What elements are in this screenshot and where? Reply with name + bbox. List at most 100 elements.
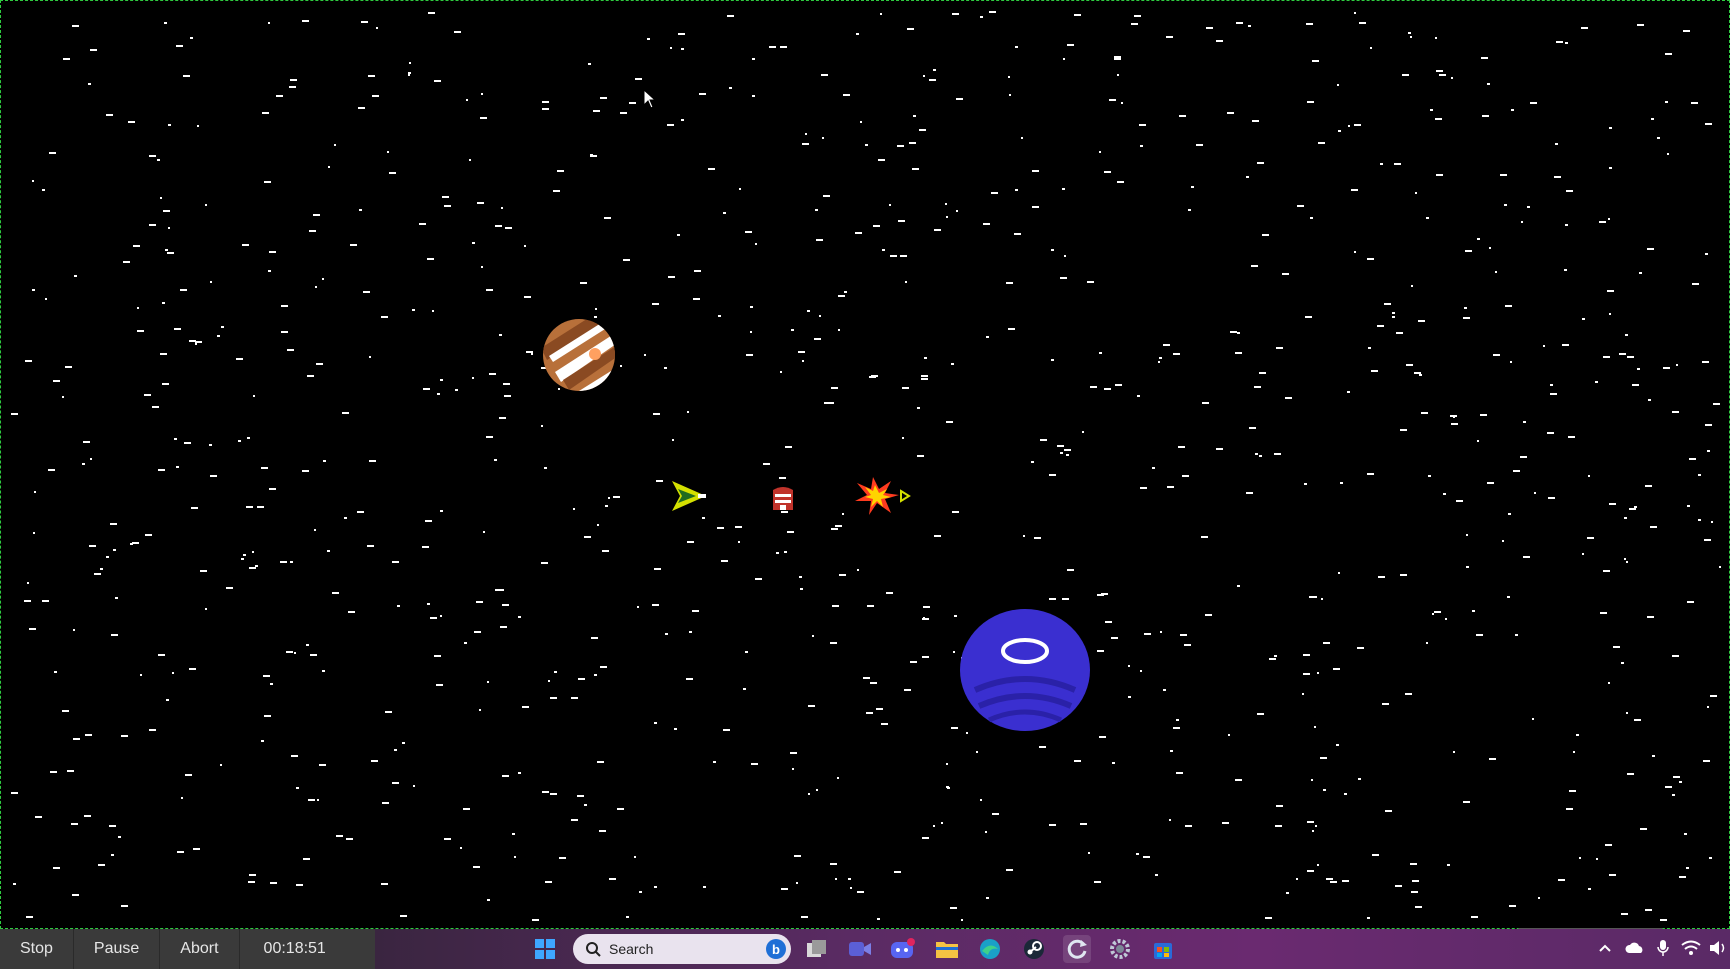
bing-icon[interactable]: b [765, 938, 787, 960]
onedrive-icon[interactable] [1624, 937, 1646, 959]
microphone-icon[interactable] [1652, 937, 1674, 959]
star [469, 159, 471, 161]
star [238, 440, 241, 442]
star [1330, 881, 1337, 883]
star [1569, 790, 1576, 792]
star [487, 681, 489, 683]
star [584, 536, 591, 538]
discord-icon[interactable] [889, 935, 917, 963]
star [486, 289, 493, 291]
star [1354, 124, 1361, 126]
star [281, 305, 288, 307]
star [1621, 662, 1624, 664]
star [898, 220, 905, 222]
windows-start-icon[interactable] [531, 935, 559, 963]
star [1667, 153, 1669, 155]
star [1333, 668, 1340, 670]
task-view-icon[interactable] [803, 935, 831, 963]
pause-button[interactable]: Pause [74, 929, 161, 969]
star [1588, 888, 1591, 890]
star [1679, 876, 1686, 878]
star [1032, 170, 1039, 172]
star [1051, 249, 1054, 251]
star [848, 878, 851, 880]
star [1532, 718, 1534, 720]
star [1367, 258, 1374, 260]
star [1692, 283, 1699, 285]
video-call-icon[interactable] [846, 935, 874, 963]
star [1380, 163, 1383, 165]
refresh-app-icon[interactable] [1063, 935, 1091, 963]
edge-browser-icon[interactable] [976, 935, 1004, 963]
star [687, 541, 694, 543]
star [571, 697, 578, 699]
star [83, 441, 90, 443]
star [838, 295, 845, 297]
star [1687, 505, 1690, 507]
star [1176, 772, 1183, 774]
wifi-icon[interactable] [1680, 937, 1702, 959]
store-icon[interactable] [1149, 935, 1177, 963]
star [1564, 269, 1567, 271]
star [350, 244, 357, 246]
star [483, 531, 485, 533]
taskbar-search-box[interactable]: Search b [573, 934, 791, 964]
game-viewport[interactable] [0, 0, 1730, 929]
star [1140, 487, 1147, 489]
abort-button[interactable]: Abort [160, 929, 240, 969]
star [1613, 646, 1620, 648]
star [1152, 467, 1155, 469]
star [1637, 24, 1644, 26]
star [1167, 486, 1174, 488]
stop-button[interactable]: Stop [0, 929, 74, 969]
star [1354, 251, 1356, 253]
star [1609, 167, 1612, 169]
star [413, 785, 415, 787]
star [1009, 94, 1011, 96]
star [855, 232, 862, 234]
star [1303, 673, 1310, 675]
star [518, 772, 521, 774]
star [1565, 224, 1568, 226]
star [718, 315, 721, 317]
star [946, 421, 953, 423]
star [160, 353, 167, 355]
star [1276, 347, 1283, 349]
star [115, 597, 118, 599]
chevron-up-icon[interactable] [1594, 937, 1616, 959]
star [111, 634, 118, 636]
star [1235, 779, 1242, 781]
star [665, 633, 668, 635]
star [1621, 913, 1628, 915]
star [1317, 864, 1319, 866]
star [946, 216, 948, 218]
star [73, 738, 80, 740]
star [454, 31, 461, 33]
star [1382, 703, 1389, 705]
star [385, 711, 392, 713]
settings-icon[interactable] [1106, 935, 1134, 963]
star [210, 475, 217, 477]
star [729, 87, 732, 89]
star [1370, 47, 1372, 49]
star [1251, 265, 1258, 267]
star [303, 858, 310, 860]
star [1565, 42, 1568, 44]
star [746, 354, 753, 356]
star [1351, 189, 1358, 191]
star [316, 363, 323, 365]
star [894, 871, 901, 873]
star [802, 360, 804, 362]
star [668, 276, 675, 278]
star [113, 549, 116, 551]
star [689, 631, 692, 633]
file-explorer-icon[interactable] [933, 935, 961, 963]
star [953, 651, 955, 653]
star [526, 351, 533, 353]
steam-icon[interactable] [1020, 935, 1048, 963]
star [1672, 411, 1679, 413]
star [1111, 637, 1118, 639]
star [1676, 364, 1678, 366]
star [1372, 854, 1379, 856]
speaker-icon[interactable] [1708, 937, 1728, 959]
